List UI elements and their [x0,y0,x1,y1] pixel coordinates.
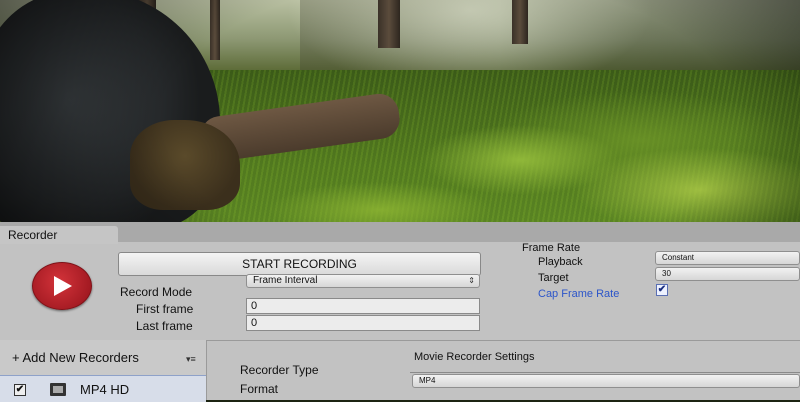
vignette [0,0,800,230]
cap-frame-rate-checkbox[interactable]: ✔ [656,284,668,296]
start-recording-button[interactable]: START RECORDING [118,252,481,276]
play-triangle-icon [54,276,72,296]
record-mode-value: Frame Interval [253,275,318,286]
format-dropdown[interactable]: MP4 [412,374,800,388]
game-viewport [0,0,800,230]
record-mode-label: Record Mode [120,285,193,299]
last-frame-label: Last frame [136,319,193,333]
format-value: MP4 [419,376,436,385]
recorder-panel: Recorder START RECORDING Record Mode Fra… [0,222,800,402]
playback-label: Playback [538,256,583,268]
target-value: 30 [662,269,671,278]
target-label: Target [538,272,569,284]
format-label: Format [240,382,279,396]
recorder-type-label: Recorder Type [240,363,319,377]
recorder-name: MP4 HD [80,382,130,397]
settings-title: Movie Recorder Settings [414,351,535,363]
frame-rate-title: Frame Rate [522,242,581,254]
list-menu-icon[interactable]: ▾≡ [186,354,196,365]
first-frame-label: First frame [136,302,194,316]
film-icon [50,383,66,396]
tab-recorder[interactable]: Recorder [0,226,118,244]
recorder-enabled-checkbox[interactable]: ✔ [14,384,26,396]
playback-dropdown[interactable]: Constant [655,251,800,265]
tab-bar: Recorder [0,222,800,244]
record-button[interactable] [32,262,92,310]
recorders-list: + Add New Recorders ▾≡ ✔ MP4 HD [0,340,207,402]
first-frame-input[interactable]: 0 [246,298,480,314]
target-dropdown[interactable]: 30 [655,267,800,281]
cap-frame-rate-label: Cap Frame Rate [538,288,620,300]
settings-divider [410,372,800,373]
record-mode-dropdown[interactable]: Frame Interval ⇕ [246,274,480,288]
list-item[interactable]: ✔ MP4 HD [0,375,206,402]
last-frame-input[interactable]: 0 [246,315,480,331]
chevron-updown-icon: ⇕ [468,276,475,285]
playback-value: Constant [662,253,695,262]
add-new-recorders-button[interactable]: + Add New Recorders [12,350,139,365]
